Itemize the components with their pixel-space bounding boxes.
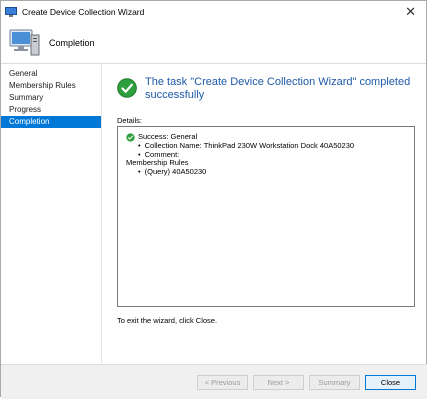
page-title: Completion [49, 38, 95, 48]
wizard-footer: < Previous Next > Summary Close [1, 364, 427, 399]
exit-instructions: To exit the wizard, click Close. [117, 316, 218, 325]
summary-button[interactable]: Summary [309, 375, 360, 390]
title-bar: Create Device Collection Wizard ✕ [1, 1, 426, 23]
sidebar-item-summary[interactable]: Summary [1, 92, 101, 104]
close-button[interactable]: Close [365, 375, 416, 390]
wizard-steps-sidebar: General Membership Rules Summary Progres… [1, 64, 101, 364]
close-window-icon[interactable]: ✕ [405, 4, 416, 20]
window-title: Create Device Collection Wizard [22, 7, 145, 17]
sidebar-item-progress[interactable]: Progress [1, 104, 101, 116]
wizard-icon [5, 7, 17, 17]
sidebar-divider [101, 64, 102, 364]
status-row: The task "Create Device Collection Wizar… [117, 76, 425, 102]
completion-panel: The task "Create Device Collection Wizar… [111, 64, 421, 364]
wizard-window: Create Device Collection Wizard ✕ Comple… [0, 0, 427, 399]
rule-item-line: • (Query) 40A50230 [126, 166, 406, 177]
rule-item-text: (Query) 40A50230 [144, 166, 207, 176]
computer-icon [9, 29, 40, 56]
bullet: • [138, 166, 141, 176]
previous-button[interactable]: < Previous [197, 375, 248, 390]
status-message: The task "Create Device Collection Wizar… [145, 76, 411, 101]
details-label: Details: [117, 116, 143, 125]
sidebar-item-completion[interactable]: Completion [1, 116, 101, 128]
wizard-header: Completion [1, 23, 426, 64]
details-box[interactable]: Success: General • Collection Name: Thin… [117, 126, 415, 307]
success-check-icon [117, 78, 137, 98]
success-small-check-icon [126, 133, 135, 142]
sidebar-item-general[interactable]: General [1, 68, 101, 80]
next-button[interactable]: Next > [253, 375, 304, 390]
sidebar-item-membership-rules[interactable]: Membership Rules [1, 80, 101, 92]
